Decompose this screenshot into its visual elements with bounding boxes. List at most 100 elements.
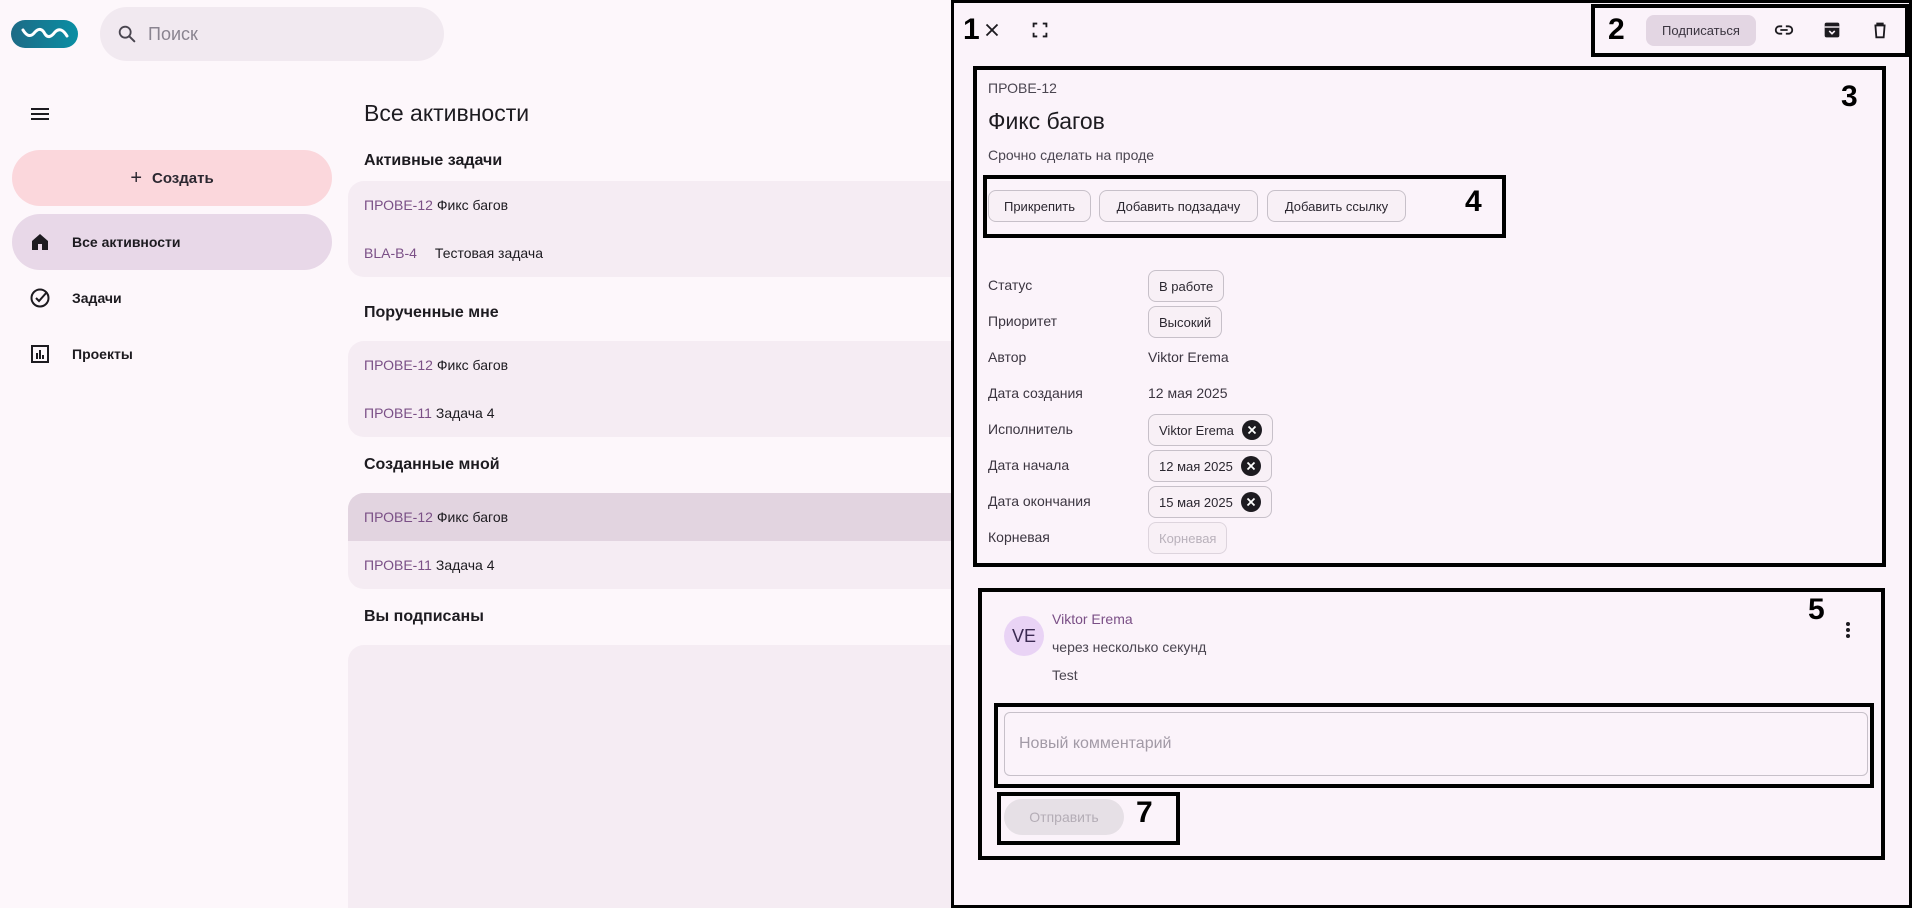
- annotation-label-2: 2: [1608, 13, 1625, 46]
- root-chip: Корневая: [1148, 522, 1228, 554]
- section-title-created: Созданные мной: [364, 456, 500, 473]
- annotation-label-4: 4: [1465, 185, 1482, 218]
- sidebar-item-projects[interactable]: Проекты: [12, 326, 332, 382]
- status-value: В работе: [1159, 278, 1214, 294]
- comment-author[interactable]: Viktor Erema: [1052, 611, 1133, 627]
- comment-text: Test: [1052, 667, 1078, 683]
- close-button[interactable]: [978, 16, 1006, 44]
- subscribe-button[interactable]: Подписаться: [1646, 15, 1756, 46]
- menu-icon[interactable]: [28, 102, 52, 126]
- task-name: Задача 4: [435, 405, 495, 421]
- trash-icon: [1874, 22, 1886, 39]
- task-key: BLA-B-4: [364, 245, 417, 261]
- annotation-label-3: 3: [1841, 80, 1858, 113]
- search-bar[interactable]: [100, 7, 444, 61]
- home-icon: [32, 234, 48, 250]
- status-label: Статус: [988, 277, 1033, 293]
- start-date-chip[interactable]: 12 мая 2025: [1148, 450, 1272, 482]
- task-key: ПРОВЕ-11: [364, 405, 432, 421]
- subscribed-tasks-list: [348, 645, 968, 908]
- author-label: Автор: [988, 349, 1027, 365]
- search-icon: [118, 25, 136, 43]
- clear-icon[interactable]: [1240, 492, 1261, 512]
- attach-button[interactable]: Прикрепить: [988, 190, 1091, 222]
- annotation-label-5: 5: [1808, 593, 1825, 626]
- created-tasks-list: ПРОВЕ-12 Фикс багов ПРОВЕ-11 Задача 4: [348, 493, 968, 589]
- issue-title: Фикс багов: [988, 108, 1105, 134]
- root-value: Корневая: [1159, 530, 1217, 546]
- assignee-chip[interactable]: Viktor Erema: [1148, 414, 1273, 446]
- comment-time: через несколько секунд: [1052, 639, 1207, 655]
- task-name: Фикс багов: [436, 509, 509, 525]
- avatar: VE: [1004, 616, 1044, 656]
- check-circle-icon: [30, 288, 50, 308]
- created-date-value: 12 мая 2025: [1148, 385, 1228, 401]
- clear-icon[interactable]: [1240, 456, 1261, 476]
- sidebar-item-label: Задачи: [72, 290, 122, 306]
- sidebar-item-label: Все активности: [72, 234, 181, 250]
- end-date-chip[interactable]: 15 мая 2025: [1148, 486, 1272, 518]
- sidebar-item-tasks[interactable]: Задачи: [12, 270, 332, 326]
- task-name: Фикс багов: [436, 197, 509, 213]
- issue-key: ПРОВЕ-12: [988, 80, 1057, 96]
- section-title-active: Активные задачи: [364, 152, 503, 169]
- assignee-label: Исполнитель: [988, 421, 1073, 437]
- end-date-label: Дата окончания: [988, 493, 1091, 509]
- create-label: Создать: [152, 169, 214, 187]
- task-name: Фикс багов: [436, 357, 509, 373]
- page-title: Все активности: [364, 100, 530, 126]
- app-logo[interactable]: [11, 20, 78, 48]
- author-value: Viktor Erema: [1148, 349, 1229, 365]
- task-key: ПРОВЕ-11: [364, 557, 432, 573]
- task-name: Тестовая задача: [434, 245, 543, 261]
- link-icon: [1774, 25, 1794, 35]
- close-icon: [985, 23, 999, 37]
- create-button[interactable]: + Создать: [12, 150, 332, 206]
- priority-value: Высокий: [1159, 314, 1212, 330]
- list-item[interactable]: ПРОВЕ-12 Фикс багов: [348, 181, 968, 229]
- sidebar-item-all-activities[interactable]: Все активности: [12, 214, 332, 270]
- plus-icon: +: [130, 167, 142, 189]
- status-chip[interactable]: В работе: [1148, 270, 1225, 302]
- task-key: ПРОВЕ-12: [364, 509, 433, 525]
- fullscreen-button[interactable]: [1026, 16, 1054, 44]
- chart-icon: [31, 345, 49, 363]
- assigned-tasks-list: ПРОВЕ-12 Фикс багов ПРОВЕ-11 Задача 4: [348, 341, 968, 437]
- list-item[interactable]: ПРОВЕ-11 Задача 4: [348, 541, 968, 589]
- end-date-value: 15 мая 2025: [1159, 494, 1233, 510]
- annotation-box-3: [973, 66, 1886, 567]
- active-tasks-list: ПРОВЕ-12 Фикс багов BLA-B-4 Тестовая зад…: [348, 181, 968, 277]
- new-comment-input[interactable]: [1004, 712, 1868, 776]
- archive-icon: [1824, 22, 1840, 38]
- priority-chip[interactable]: Высокий: [1148, 306, 1223, 338]
- list-item[interactable]: ПРОВЕ-12 Фикс багов: [348, 493, 968, 541]
- annotation-label-7: 7: [1136, 796, 1153, 829]
- start-date-label: Дата начала: [988, 457, 1070, 473]
- section-title-assigned: Порученные мне: [364, 304, 499, 321]
- clear-icon[interactable]: [1241, 420, 1262, 440]
- task-key: ПРОВЕ-12: [364, 357, 433, 373]
- archive-button[interactable]: [1818, 16, 1846, 44]
- task-key: ПРОВЕ-12: [364, 197, 433, 213]
- delete-button[interactable]: [1866, 16, 1894, 44]
- add-link-button[interactable]: Добавить ссылку: [1267, 190, 1406, 222]
- section-title-subscribed: Вы подписаны: [364, 608, 484, 625]
- list-item[interactable]: ПРОВЕ-11 Задача 4: [348, 389, 968, 437]
- list-item[interactable]: BLA-B-4 Тестовая задача: [348, 229, 968, 277]
- start-date-value: 12 мая 2025: [1159, 458, 1233, 474]
- copy-link-button[interactable]: [1770, 16, 1798, 44]
- add-subtask-button[interactable]: Добавить подзадачу: [1099, 190, 1258, 222]
- task-name: Задача 4: [435, 557, 495, 573]
- fullscreen-icon: [1032, 22, 1048, 38]
- assignee-value: Viktor Erema: [1159, 422, 1234, 438]
- more-vertical-icon[interactable]: [1836, 618, 1860, 642]
- root-label: Корневая: [988, 529, 1050, 545]
- list-item[interactable]: ПРОВЕ-12 Фикс багов: [348, 341, 968, 389]
- search-input[interactable]: [148, 23, 428, 45]
- send-button[interactable]: Отправить: [1004, 799, 1124, 835]
- sidebar-item-label: Проекты: [72, 346, 133, 362]
- created-date-label: Дата создания: [988, 385, 1083, 401]
- issue-description: Срочно сделать на проде: [988, 147, 1155, 163]
- logo-icon: [21, 27, 69, 39]
- priority-label: Приоритет: [988, 313, 1058, 329]
